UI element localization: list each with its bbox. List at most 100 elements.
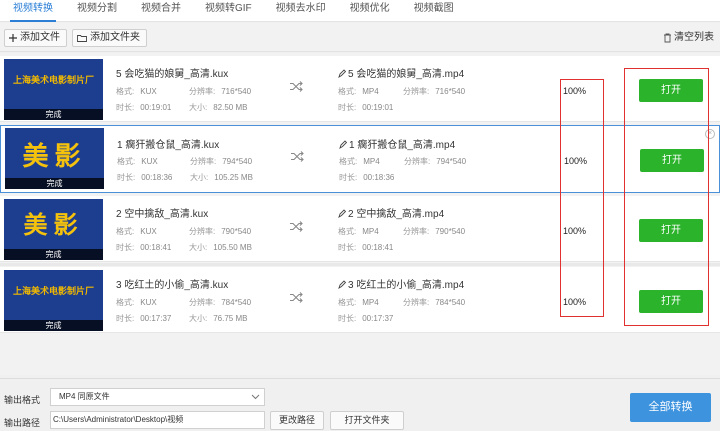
tab-bar: 视频转换 视频分割 视频合并 视频转GIF 视频去水印 视频优化 视频截图 xyxy=(0,0,720,22)
progress-text: 100% xyxy=(563,226,587,236)
output-format: 格式: MP4 xyxy=(338,298,379,307)
output-path-label: 输出路径 xyxy=(4,418,41,428)
tab-remove-watermark[interactable]: 视频去水印 xyxy=(267,0,335,22)
output-format: 格式: MP4 xyxy=(338,87,379,96)
open-button[interactable]: 打开 xyxy=(639,79,703,102)
output-format-value: MP4 同原文件 xyxy=(59,392,110,401)
file-row[interactable]: 美影 完成 1 瘸犴搬仓鼠_高清.kux 格式: KUX 分辨率: 794*540 … xyxy=(0,125,720,193)
output-format-label: 输出格式 xyxy=(4,395,41,405)
tab-video-screenshot[interactable]: 视频截图 xyxy=(405,0,463,22)
open-button[interactable]: 打开 xyxy=(639,219,703,242)
source-format: 格式: KUX xyxy=(116,87,157,96)
output-duration: 时长: 00:19:01 xyxy=(338,103,394,112)
source-format: 格式: KUX xyxy=(116,227,157,236)
add-folder-button[interactable]: 添加文件夹 xyxy=(72,29,147,47)
source-resolution: 分辨率: 716*540 xyxy=(189,87,252,96)
output-path-field[interactable]: C:\Users\Administrator\Desktop\视频 xyxy=(50,411,265,429)
row-separator xyxy=(0,263,720,266)
video-thumbnail: 美影 完成 xyxy=(4,199,103,260)
tab-video-convert[interactable]: 视频转换 xyxy=(4,0,62,22)
source-size: 大小: 105.50 MB xyxy=(189,243,252,252)
output-format: 格式: MP4 xyxy=(338,227,379,236)
source-size: 大小: 82.50 MB xyxy=(189,103,248,112)
add-file-label: 添加文件 xyxy=(20,32,60,43)
output-settings-panel: 输出格式 MP4 同原文件 输出路径 C:\Users\Administrato… xyxy=(0,378,720,431)
file-row[interactable]: 美影 完成 2 空中擒敌_高清.kux 格式: KUX 分辨率: 790*540 时… xyxy=(0,196,720,262)
output-file-name-row[interactable]: 5 会吃猫的娘舅_高清.mp4 xyxy=(338,65,464,80)
output-file-name-row[interactable]: 2 空中擒敌_高清.mp4 xyxy=(338,205,444,220)
toolbar: 添加文件 添加文件夹 清空列表 xyxy=(0,23,720,52)
progress-text: 100% xyxy=(563,86,587,96)
video-thumbnail: 美影 完成 xyxy=(5,128,104,189)
output-duration: 时长: 00:18:36 xyxy=(339,173,395,182)
trash-icon xyxy=(664,33,671,43)
file-row[interactable]: 上海美术电影制片厂 完成 3 吃红土的小偷_高清.kux 格式: KUX 分辨率:… xyxy=(0,267,720,333)
source-duration: 时长: 00:17:37 xyxy=(116,314,172,323)
output-duration: 时长: 00:17:37 xyxy=(338,314,394,323)
pencil-icon xyxy=(339,140,348,150)
tab-video-optimize[interactable]: 视频优化 xyxy=(341,0,399,22)
source-size: 大小: 76.75 MB xyxy=(189,314,248,323)
change-path-button[interactable]: 更改路径 xyxy=(270,411,324,430)
source-format: 格式: KUX xyxy=(116,298,157,307)
source-file-name: 5 会吃猫的娘舅_高清.kux xyxy=(116,69,229,80)
add-folder-label: 添加文件夹 xyxy=(90,32,140,43)
thumbnail-caption: 上海美术电影制片厂 xyxy=(12,286,94,296)
output-file-name: 5 会吃猫的娘舅_高清.mp4 xyxy=(348,69,465,80)
thumbnail-caption: 美影 xyxy=(23,212,84,239)
source-file-name: 3 吃红土的小偷_高清.kux xyxy=(116,280,229,291)
shuffle-icon xyxy=(290,81,303,92)
chevron-down-icon xyxy=(251,394,260,400)
source-resolution: 分辨率: 790*540 xyxy=(189,227,252,236)
progress-text: 100% xyxy=(563,297,587,307)
source-file-name: 2 空中擒敌_高清.kux xyxy=(116,209,209,220)
progress-text: 100% xyxy=(564,156,588,166)
output-resolution: 分辨率: 784*540 xyxy=(403,298,466,307)
source-resolution: 分辨率: 794*540 xyxy=(190,157,253,166)
thumbnail-caption: 上海美术电影制片厂 xyxy=(12,75,94,85)
shuffle-icon xyxy=(290,221,303,232)
output-format-select[interactable]: MP4 同原文件 xyxy=(50,388,265,406)
plus-icon xyxy=(9,34,17,42)
thumbnail-caption: 美影 xyxy=(22,141,87,171)
file-list: 上海美术电影制片厂 完成 5 会吃猫的娘舅_高清.kux 格式: KUX 分辨率:… xyxy=(0,53,720,375)
folder-icon xyxy=(77,35,87,42)
output-file-name: 2 空中擒敌_高清.mp4 xyxy=(348,209,445,220)
pencil-icon xyxy=(338,69,347,79)
open-button[interactable]: 打开 xyxy=(639,290,703,313)
shuffle-icon xyxy=(290,292,303,303)
output-resolution: 分辨率: 716*540 xyxy=(403,87,466,96)
status-badge: 完成 xyxy=(4,109,103,120)
source-size: 大小: 105.25 MB xyxy=(190,173,253,182)
output-file-name-row[interactable]: 3 吃红土的小偷_高清.mp4 xyxy=(338,276,464,291)
video-thumbnail: 上海美术电影制片厂 完成 xyxy=(4,59,103,120)
output-duration: 时长: 00:18:41 xyxy=(338,243,394,252)
add-file-button[interactable]: 添加文件 xyxy=(4,29,67,47)
remove-row-icon[interactable]: × xyxy=(705,129,715,139)
source-resolution: 分辨率: 784*540 xyxy=(189,298,252,307)
open-folder-button[interactable]: 打开文件夹 xyxy=(330,411,404,430)
status-badge: 完成 xyxy=(4,249,103,260)
source-duration: 时长: 00:19:01 xyxy=(116,103,172,112)
status-badge: 完成 xyxy=(5,178,104,189)
tab-video-split[interactable]: 视频分割 xyxy=(68,0,126,22)
tab-video-merge[interactable]: 视频合并 xyxy=(132,0,190,22)
output-file-name-row[interactable]: 1 瘸犴搬仓鼠_高清.mp4 xyxy=(339,136,455,151)
output-file-name: 1 瘸犴搬仓鼠_高清.mp4 xyxy=(349,140,456,151)
open-button[interactable]: 打开 xyxy=(640,149,704,172)
video-thumbnail: 上海美术电影制片厂 完成 xyxy=(4,270,103,331)
output-resolution: 分辨率: 790*540 xyxy=(403,227,466,236)
source-duration: 时长: 00:18:41 xyxy=(116,243,172,252)
file-row[interactable]: 上海美术电影制片厂 完成 5 会吃猫的娘舅_高清.kux 格式: KUX 分辨率:… xyxy=(0,56,720,122)
tab-video-to-gif[interactable]: 视频转GIF xyxy=(196,0,261,22)
clear-list-button[interactable]: 清空列表 xyxy=(663,29,714,47)
clear-list-label: 清空列表 xyxy=(674,32,714,43)
pencil-icon xyxy=(338,209,347,219)
source-file-name: 1 瘸犴搬仓鼠_高清.kux xyxy=(117,140,220,151)
output-format: 格式: MP4 xyxy=(339,157,380,166)
output-resolution: 分辨率: 794*540 xyxy=(404,157,467,166)
shuffle-icon xyxy=(291,151,304,162)
source-duration: 时长: 00:18:36 xyxy=(117,173,173,182)
convert-all-button[interactable]: 全部转换 xyxy=(630,393,711,422)
source-format: 格式: KUX xyxy=(117,157,158,166)
